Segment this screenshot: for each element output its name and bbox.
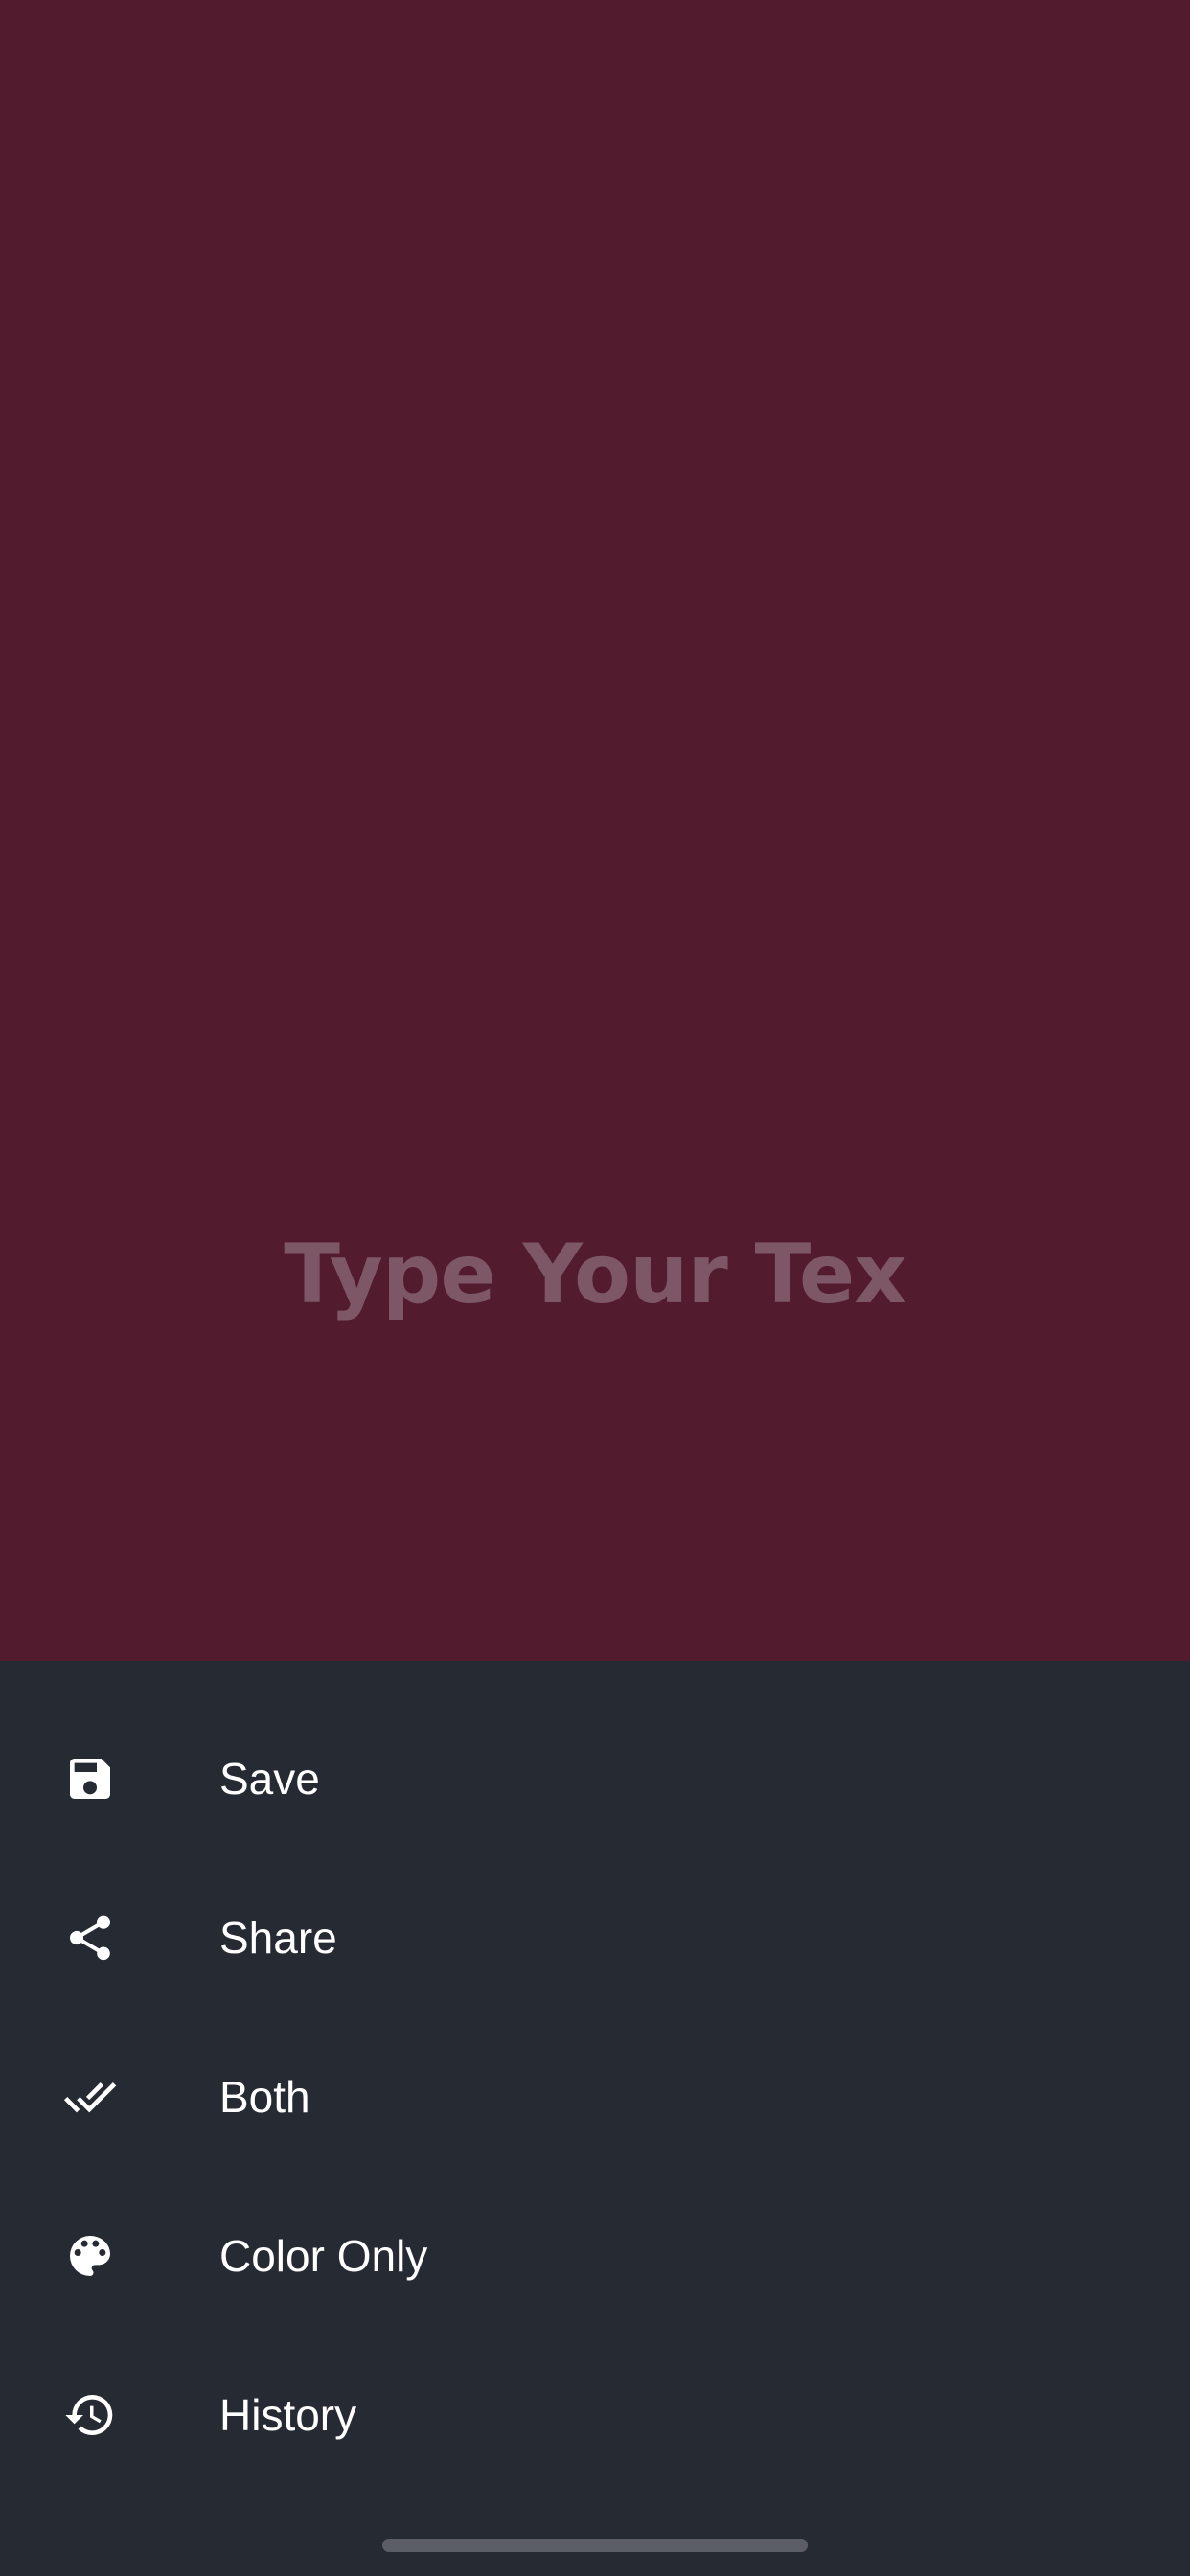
save-label: Save — [219, 1754, 320, 1804]
color-only-label: Color Only — [219, 2231, 428, 2281]
text-canvas[interactable]: Type Your Tex — [0, 0, 1190, 1661]
history-icon — [63, 2388, 117, 2442]
palette-icon — [63, 2229, 117, 2283]
both-button[interactable]: Both — [0, 2017, 1190, 2176]
share-button[interactable]: Share — [0, 1858, 1190, 2017]
save-button[interactable]: Save — [0, 1699, 1190, 1858]
history-button[interactable]: History — [0, 2335, 1190, 2495]
save-icon — [63, 1752, 117, 1806]
canvas-placeholder-text[interactable]: Type Your Tex — [0, 1227, 1190, 1322]
share-label: Share — [219, 1913, 337, 1963]
color-only-button[interactable]: Color Only — [0, 2176, 1190, 2335]
bottom-sheet-menu: Save Share Both Color Only History — [0, 1661, 1190, 2576]
history-label: History — [219, 2390, 357, 2440]
share-icon — [63, 1911, 117, 1965]
double-check-icon — [63, 2070, 117, 2124]
home-indicator[interactable] — [382, 2539, 808, 2552]
both-label: Both — [219, 2072, 310, 2122]
